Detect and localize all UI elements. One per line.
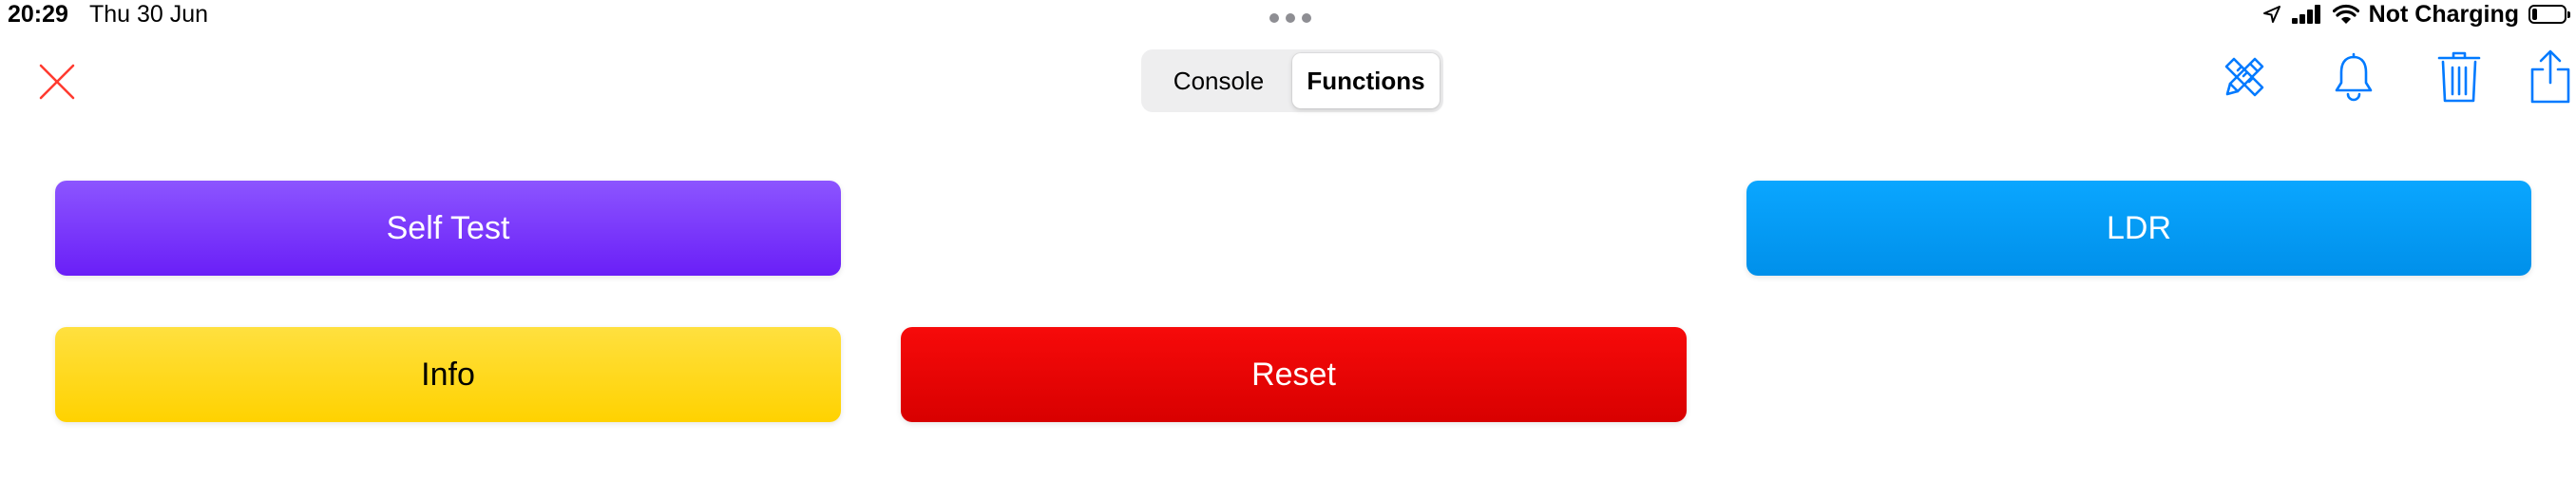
trash-icon [2437, 51, 2481, 103]
reset-button[interactable]: Reset [901, 327, 1687, 422]
view-segmented-control: Console Functions [1141, 49, 1443, 112]
multitasking-menu-icon[interactable] [1269, 13, 1311, 23]
status-date: Thu 30 Jun [88, 0, 209, 28]
self-test-button[interactable]: Self Test [55, 181, 841, 276]
share-button[interactable] [2519, 44, 2576, 110]
notifications-button[interactable] [2322, 44, 2385, 110]
share-icon [2530, 49, 2570, 104]
battery-icon [2528, 5, 2570, 24]
bell-icon [2335, 52, 2373, 102]
wifi-icon [2332, 4, 2359, 25]
location-arrow-icon [2262, 5, 2281, 24]
charging-status: Not Charging [2368, 0, 2519, 28]
close-button[interactable] [34, 59, 80, 105]
battery-level-fill [2532, 9, 2537, 20]
self-test-label: Self Test [386, 209, 510, 246]
status-bar: 20:29 Thu 30 Jun Not Charging [0, 0, 2576, 34]
tab-console[interactable]: Console [1145, 53, 1292, 108]
status-right: Not Charging [2262, 0, 2570, 29]
reset-label: Reset [1251, 356, 1336, 393]
edit-tools-icon [2224, 57, 2264, 97]
status-time: 20:29 [8, 0, 68, 28]
delete-button[interactable] [2428, 44, 2490, 110]
ldr-button[interactable]: LDR [1746, 181, 2531, 276]
info-button[interactable]: Info [55, 327, 841, 422]
status-left: 20:29 Thu 30 Jun [8, 0, 208, 29]
cellular-signal-icon [2291, 5, 2323, 24]
info-label: Info [421, 356, 475, 393]
edit-tools-button[interactable] [2213, 44, 2276, 110]
ldr-label: LDR [2106, 209, 2172, 246]
tab-functions[interactable]: Functions [1292, 53, 1440, 108]
close-x-icon [39, 64, 75, 100]
